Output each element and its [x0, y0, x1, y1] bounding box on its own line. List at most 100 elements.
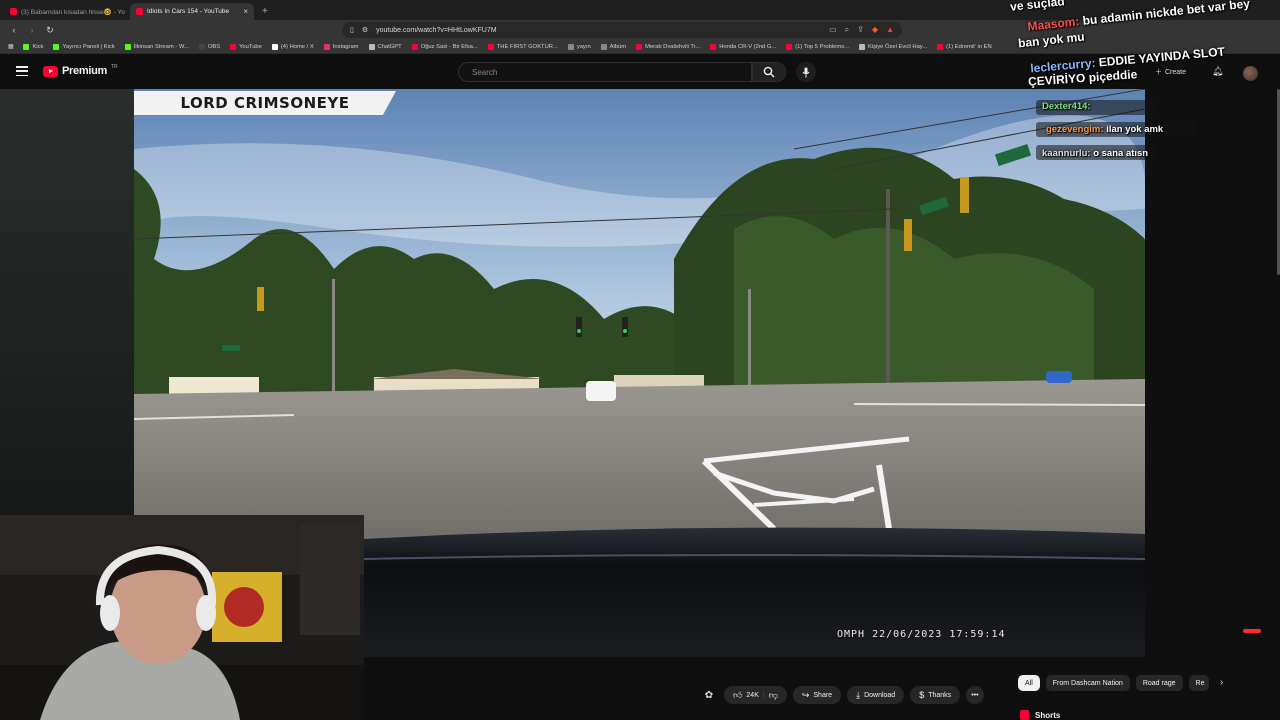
chip-road-rage[interactable]: Road rage — [1135, 675, 1183, 691]
bookmark-label: Albüm — [609, 43, 627, 50]
bookmark-label: Instagram — [332, 43, 359, 50]
bookmark-item[interactable]: Kişiye Özel Evcil Hay... — [858, 43, 928, 50]
bookmark-label: Merab Dvalishvili Tr... — [645, 43, 701, 50]
bookmark-page-icon[interactable]: ▯ — [350, 26, 354, 34]
hamburger-menu-icon[interactable] — [16, 66, 28, 76]
bookmark-item[interactable]: Albüm — [600, 43, 627, 50]
account-avatar[interactable] — [1243, 66, 1258, 81]
create-label: Create — [1165, 68, 1187, 76]
download-button[interactable]: ⤓ Download — [847, 686, 905, 704]
bookmark-item[interactable]: İlkinsan Stream - W... — [124, 43, 189, 50]
create-button[interactable]: ＋ Create — [1155, 67, 1186, 77]
channel-banner: LORD CRIMSONEYE — [134, 91, 396, 115]
bookmark-label: Honda CR-V (2nd G... — [719, 43, 777, 50]
chip-related[interactable]: Re — [1188, 675, 1209, 691]
x-icon — [271, 43, 278, 50]
chip-from-channel[interactable]: From Dashcam Nation — [1045, 675, 1130, 691]
recording-indicator — [1243, 629, 1261, 633]
share-button[interactable]: ↪ Share — [792, 686, 842, 704]
cast-icon[interactable]: ▭ — [829, 25, 837, 35]
youtube-icon — [411, 43, 418, 50]
bookmark-item[interactable]: (1) Top 5 Problems... — [786, 43, 849, 50]
bookmark-label: OBS — [207, 43, 221, 50]
bookmark-item[interactable]: Oğuz Sasi - Bir Efsa... — [411, 43, 478, 50]
youtube-icon — [786, 43, 793, 50]
notifications-bell-icon[interactable]: 🔔︎ — [1212, 66, 1223, 77]
new-tab-icon[interactable]: + — [256, 6, 274, 20]
webcam-scene — [0, 515, 364, 720]
channel-banner-text: LORD CRIMSONEYE — [180, 94, 350, 112]
brave-shield-icon[interactable]: ◆ — [872, 25, 878, 35]
bookmark-label: Kişiye Özel Evcil Hay... — [867, 43, 928, 50]
bookmark-label: (1) Edremit' in EN — [946, 43, 992, 50]
more-actions-button[interactable]: ••• — [966, 686, 984, 704]
share-label: Share — [813, 691, 833, 699]
instagram-icon — [323, 43, 330, 50]
chip-all[interactable]: All — [1018, 675, 1040, 691]
search-input[interactable]: Search — [458, 62, 752, 82]
url-text: youtube.com/watch?v=HHtLowKFU7M — [376, 26, 497, 34]
url-field[interactable]: ▯ ⚙ youtube.com/watch?v=HHtLowKFU7M ▭ ⌕ … — [342, 22, 902, 38]
streamer-webcam — [0, 515, 364, 720]
browser-tab[interactable]: (3) Babamdan kısadan hisse🤓 - Yo × — [4, 3, 128, 20]
microphone-icon — [802, 67, 810, 77]
reload-icon[interactable]: ↻ — [44, 24, 56, 36]
folder-icon — [567, 43, 574, 50]
download-icon: ⤓ — [856, 689, 861, 700]
browser-tab-active[interactable]: Idiots In Cars 154 - YouTube × — [130, 3, 254, 20]
search-button[interactable] — [752, 62, 786, 82]
forward-icon[interactable]: › — [26, 24, 38, 36]
youtube-icon — [937, 43, 944, 50]
chevron-right-icon[interactable]: › — [1220, 677, 1223, 688]
bookmark-item[interactable]: Honda CR-V (2nd G... — [710, 43, 777, 50]
shorts-title: Shorts — [1035, 710, 1061, 720]
shorts-icon — [1020, 710, 1029, 720]
thanks-button[interactable]: $ Thanks — [910, 686, 961, 704]
youtube-favicon-icon — [10, 8, 17, 15]
kick-icon — [124, 43, 131, 50]
bookmark-label: yayın — [576, 43, 591, 50]
browser-tab-strip: (3) Babamdan kısadan hisse🤓 - Yo × Idiot… — [0, 0, 1280, 20]
bookmark-item[interactable]: Yayıncı Paneli | Kick — [53, 43, 115, 50]
bookmark-item[interactable]: ChatGPT — [368, 43, 402, 50]
video-progress-bar[interactable] — [364, 657, 1145, 660]
youtube-icon — [487, 43, 494, 50]
bookmark-item[interactable]: yayın — [567, 43, 591, 50]
bookmark-item[interactable]: Kick — [23, 43, 43, 50]
like-button[interactable]: 👍︎ 24K | 👎︎ — [724, 686, 787, 704]
chatgpt-icon — [368, 43, 375, 50]
thumbs-up-icon: 👍︎ — [733, 689, 743, 700]
bookmark-item[interactable]: THE FIRST GOKTUR... — [487, 43, 558, 50]
video-actions: ✿ 👍︎ 24K | 👎︎ ↪ Share ⤓ Download $ Thanks ••• — [700, 686, 984, 704]
like-count: 24K — [746, 691, 759, 699]
bookmark-item[interactable]: (1) Edremit' in EN — [937, 43, 992, 50]
close-icon[interactable]: × — [243, 7, 248, 16]
obs-icon — [198, 43, 205, 50]
browser-tab-title: Idiots In Cars 154 - YouTube — [147, 8, 230, 15]
join-icon[interactable]: ✿ — [700, 686, 718, 704]
bookmark-item[interactable]: Instagram — [323, 43, 359, 50]
bookmark-item[interactable]: OBS — [198, 43, 221, 50]
brave-rewards-icon[interactable]: ▲ — [886, 25, 894, 35]
site-info-icon[interactable]: ⚙ — [362, 26, 368, 34]
thumbs-down-icon[interactable]: 👎︎ — [769, 690, 778, 701]
bookmark-item[interactable]: YouTube — [230, 43, 262, 50]
share-page-icon[interactable]: ⇪ — [857, 25, 864, 35]
kick-icon — [23, 43, 30, 50]
bookmark-item[interactable]: Merab Dvalishvili Tr... — [636, 43, 701, 50]
back-icon[interactable]: ‹ — [8, 24, 20, 36]
voice-search-button[interactable] — [796, 62, 816, 82]
folder-icon — [600, 43, 607, 50]
related-filter-chips: All From Dashcam Nation Road rage Re — [1018, 675, 1209, 691]
apps-icon[interactable]: ▦ — [8, 44, 13, 50]
bookmark-item[interactable]: (4) Home / X — [271, 43, 314, 50]
bookmark-label: Oğuz Sasi - Bir Efsa... — [420, 43, 478, 50]
zoom-icon[interactable]: ⌕ — [845, 25, 849, 35]
globe-icon — [858, 43, 865, 50]
kick-icon — [53, 43, 60, 50]
address-bar-row: ‹ › ↻ ▯ ⚙ youtube.com/watch?v=HHtLowKFU7… — [0, 20, 1280, 40]
youtube-favicon-icon — [136, 8, 143, 15]
bookmark-label: ChatGPT — [377, 43, 402, 50]
youtube-logo[interactable]: Premium TR — [43, 64, 118, 77]
youtube-icon — [230, 43, 237, 50]
